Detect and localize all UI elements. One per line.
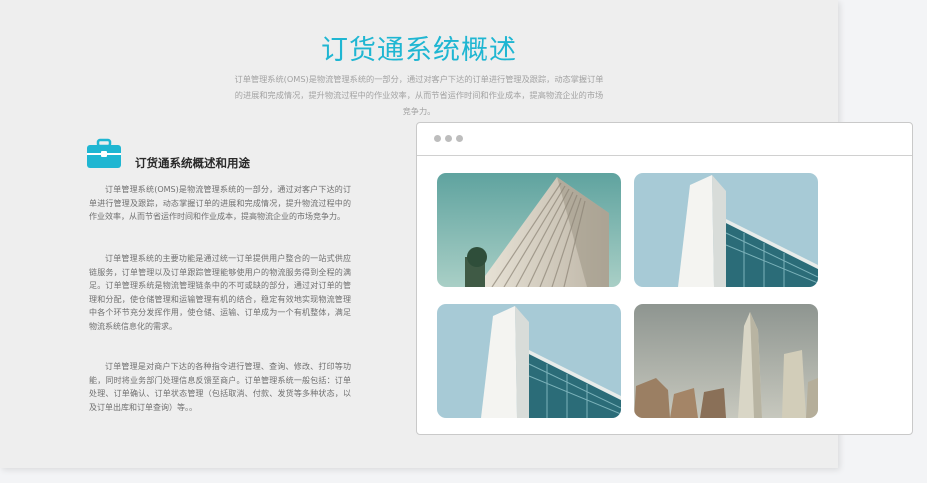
briefcase-icon (87, 138, 121, 168)
browser-title-bar (417, 123, 912, 156)
building-photo-2 (634, 173, 818, 287)
window-dot-icon (445, 135, 452, 142)
feature-paragraph-1: 订单管理系统(OMS)是物流管理系统的一部分，通过对客户下达的订单进行管理及跟踪… (89, 185, 351, 221)
window-dot-icon (434, 135, 441, 142)
feature-paragraph-2: 订单管理系统的主要功能是通过统一订单提供用户整合的一站式供应链服务，订单管理以及… (89, 254, 351, 331)
browser-mockup (416, 122, 913, 435)
building-photo-3 (437, 304, 621, 418)
feature-paragraph-3: 订单管理是对商户下达的各种指令进行管理、查询、修改、打印等功能，同时将业务部门处… (89, 362, 351, 412)
page-title: 订货通系统概述 (321, 35, 517, 66)
feature-title: 订货通系统概述和用途 (135, 156, 250, 170)
page-intro: 订单管理系统(OMS)是物流管理系统的一部分，通过对客户下达的订单进行管理及跟踪… (234, 74, 604, 116)
building-photo-1 (437, 173, 621, 287)
window-dot-icon (456, 135, 463, 142)
building-photo-4 (634, 304, 818, 418)
